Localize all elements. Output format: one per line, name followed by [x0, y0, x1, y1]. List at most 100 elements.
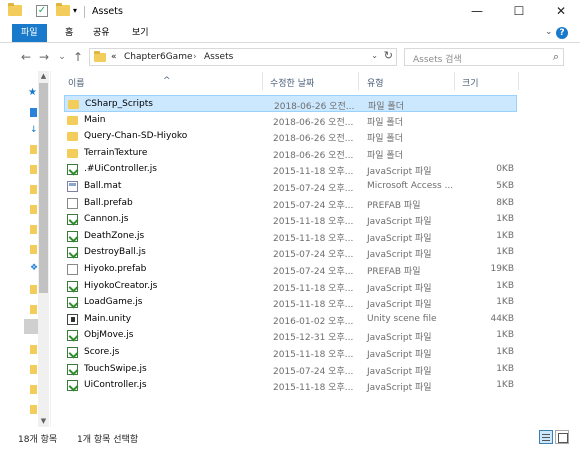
- file-row[interactable]: TerrainTexture 2018-06-26 오전... 파일 폴더: [64, 145, 517, 162]
- title-bar[interactable]: ✓ ▾ Assets — ☐ ✕: [0, 0, 580, 24]
- column-name[interactable]: 이름: [68, 76, 85, 89]
- desktop-icon[interactable]: [30, 108, 37, 117]
- close-button[interactable]: ✕: [542, 0, 580, 24]
- quick-access-dropdown[interactable]: ▾: [73, 6, 77, 15]
- scroll-thumb[interactable]: [39, 83, 48, 293]
- nav-scrollbar[interactable]: ▲ ▼: [38, 71, 49, 427]
- breadcrumb-overflow[interactable]: «: [111, 52, 117, 62]
- column-separator[interactable]: [262, 72, 263, 90]
- file-row[interactable]: Ball.mat 2015-07-24 오후... Microsoft Access…: [64, 178, 517, 195]
- column-separator[interactable]: [358, 72, 359, 90]
- file-row[interactable]: UiController.js 2015-11-18 오후... JavaScrip…: [64, 377, 517, 394]
- ribbon-expand-icon[interactable]: ⌄: [545, 27, 553, 37]
- tab-home[interactable]: 홈: [57, 24, 81, 42]
- file-row[interactable]: .#UiController.js 2015-11-18 오후... JavaScr…: [64, 161, 517, 178]
- folder-icon[interactable]: [30, 405, 37, 414]
- folder-icon[interactable]: [30, 285, 37, 294]
- file-row[interactable]: Main.unity 2016-01-02 오후... Unity scene fi…: [64, 311, 517, 328]
- file-row[interactable]: Ball.prefab 2015-07-24 오후... PREFAB 파일 8KB: [64, 195, 517, 212]
- dropbox-icon[interactable]: ❖: [30, 263, 38, 273]
- folder-icon[interactable]: [30, 205, 37, 214]
- file-row[interactable]: Main 2018-06-26 오전... 파일 폴더: [64, 112, 517, 129]
- file-row[interactable]: Cannon.js 2015-11-18 오후... JavaScript 파일 1K…: [64, 211, 517, 228]
- address-bar[interactable]: « Chapter6Game › Assets ⌄ ↻: [89, 48, 397, 66]
- folder-icon[interactable]: [30, 185, 37, 194]
- folder-icon[interactable]: [30, 365, 37, 374]
- file-size: 1KB: [496, 330, 514, 341]
- javascript-file-icon: [67, 347, 78, 358]
- column-type[interactable]: 유형: [367, 76, 384, 89]
- file-size: 1KB: [496, 380, 514, 391]
- file-icon: [67, 197, 78, 209]
- file-row[interactable]: LoadGame.js 2015-11-18 오후... JavaScript 파일…: [64, 294, 517, 311]
- folder-icon[interactable]: [30, 165, 37, 174]
- folder-icon[interactable]: [30, 145, 37, 154]
- javascript-file-icon: [67, 280, 78, 292]
- folder-icon[interactable]: [30, 305, 37, 314]
- folder-icon[interactable]: [30, 385, 37, 394]
- file-name: Ball.mat: [84, 181, 122, 191]
- new-folder-icon[interactable]: [56, 3, 70, 18]
- navigation-pane[interactable]: ★ ↓ ❖ ▲ ▼: [0, 71, 50, 427]
- javascript-file-icon: [67, 214, 78, 226]
- file-date: 2016-01-02 오후...: [273, 316, 354, 327]
- file-row[interactable]: Hiyoko.prefab 2015-07-24 오후... PREFAB 파일 19…: [64, 261, 517, 278]
- quick-access-star-icon[interactable]: ★: [28, 87, 37, 98]
- address-dropdown-icon[interactable]: ⌄: [371, 51, 378, 60]
- file-type: PREFAB 파일: [367, 267, 421, 277]
- pane-divider[interactable]: [50, 71, 51, 427]
- search-input[interactable]: Assets 검색: [413, 52, 462, 65]
- download-icon[interactable]: ↓: [30, 125, 38, 135]
- file-row[interactable]: TouchSwipe.js 2015-07-24 오후... JavaScript …: [64, 361, 517, 378]
- column-header: ^ 이름 수정한 날짜 유형 크기: [51, 71, 580, 91]
- folder-icon[interactable]: [30, 225, 37, 234]
- tab-file[interactable]: 파일: [12, 24, 47, 42]
- search-box[interactable]: Assets 검색 ⌕: [404, 48, 564, 66]
- details-view-button[interactable]: [539, 430, 553, 444]
- file-type: 파일 폴더: [367, 117, 403, 128]
- scroll-down-arrow[interactable]: ▼: [38, 417, 49, 425]
- column-size[interactable]: 크기: [462, 76, 479, 89]
- item-count: 18개 항목: [18, 435, 58, 445]
- file-row[interactable]: DeathZone.js 2015-11-18 오후... JavaScript 파…: [64, 228, 517, 245]
- back-button[interactable]: ←: [19, 50, 33, 64]
- scroll-up-arrow[interactable]: ▲: [38, 72, 49, 80]
- file-name: Score.js: [84, 347, 120, 357]
- ribbon-tabs: 파일 홈 공유 보기 ⌄ ?: [0, 24, 580, 43]
- column-date[interactable]: 수정한 날짜: [270, 76, 314, 89]
- file-type: JavaScript 파일: [367, 383, 432, 394]
- tab-share[interactable]: 공유: [85, 24, 118, 42]
- file-name: HiyokoCreator.js: [84, 280, 158, 291]
- help-icon[interactable]: ?: [556, 27, 568, 39]
- recent-locations-button[interactable]: ⌄: [55, 52, 69, 62]
- file-row[interactable]: HiyokoCreator.js 2015-11-18 오후... JavaScri…: [64, 278, 517, 295]
- large-icons-view-button[interactable]: [555, 430, 569, 444]
- file-date: 2018-06-26 오전...: [274, 102, 355, 112]
- refresh-icon[interactable]: ↻: [384, 49, 393, 62]
- column-separator[interactable]: [518, 72, 519, 90]
- file-row[interactable]: CSharp_Scripts 2018-06-26 오전... 파일 폴더: [64, 95, 517, 112]
- file-name: .#UiController.js: [84, 164, 157, 175]
- folder-icon[interactable]: [30, 245, 37, 254]
- file-row[interactable]: ObjMove.js 2015-12-31 오후... JavaScript 파일 1…: [64, 327, 517, 344]
- file-type: JavaScript 파일: [367, 366, 432, 377]
- breadcrumb-chapter6game[interactable]: Chapter6Game: [124, 52, 193, 62]
- folder-icon[interactable]: [8, 3, 22, 18]
- column-separator[interactable]: [454, 72, 455, 90]
- properties-icon[interactable]: ✓: [36, 5, 50, 18]
- javascript-file-icon: [67, 380, 78, 392]
- file-row[interactable]: DestroyBall.js 2015-07-24 오후... JavaScript…: [64, 244, 517, 261]
- tab-view[interactable]: 보기: [124, 24, 157, 42]
- folder-icon[interactable]: [30, 345, 37, 354]
- forward-button[interactable]: →: [37, 50, 51, 64]
- file-row[interactable]: Query-Chan-SD-Hiyoko 2018-06-26 오전... 파일 폴…: [64, 128, 517, 145]
- maximize-button[interactable]: ☐: [500, 0, 538, 24]
- minimize-button[interactable]: —: [458, 0, 496, 24]
- file-row[interactable]: Score.js 2015-11-18 오후... JavaScript 파일 1KB: [64, 344, 517, 361]
- search-icon[interactable]: ⌕: [553, 50, 559, 64]
- sort-indicator-icon: ^: [163, 76, 171, 86]
- file-name: LoadGame.js: [84, 297, 143, 308]
- breadcrumb-assets[interactable]: Assets: [204, 52, 233, 62]
- nav-selected-item[interactable]: [24, 319, 38, 334]
- up-button[interactable]: ↑: [71, 50, 85, 64]
